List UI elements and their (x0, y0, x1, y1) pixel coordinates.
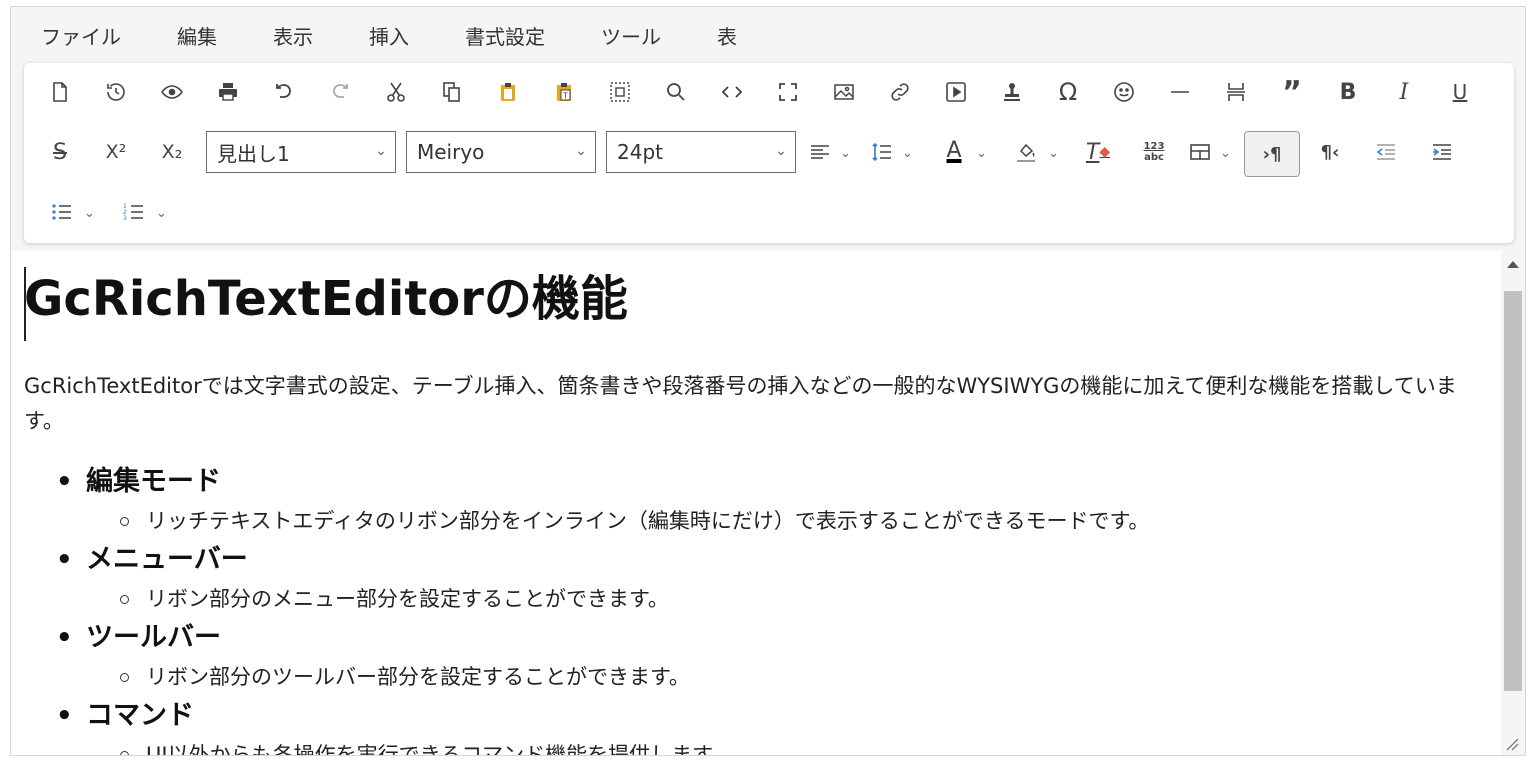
font-family-value: Meiryo (417, 140, 485, 164)
superscript-icon[interactable]: X² (98, 134, 134, 170)
list-item: コマンド (24, 697, 1484, 735)
scroll-thumb[interactable] (1504, 291, 1522, 691)
bold-icon[interactable]: B (1330, 74, 1366, 110)
subscript-icon[interactable]: X₂ (154, 134, 190, 170)
italic-icon[interactable]: I (1386, 74, 1422, 110)
word-count-bottom: abc (1144, 152, 1164, 163)
redo-icon[interactable] (322, 74, 358, 110)
menu-file[interactable]: ファイル (41, 21, 121, 50)
table-chevron-icon[interactable]: ⌄ (1220, 146, 1231, 161)
indent-icon[interactable] (1424, 134, 1460, 170)
source-code-icon[interactable] (714, 74, 750, 110)
clear-format-glyph: T (1085, 139, 1100, 165)
feature-list: 編集モード リッチテキストエディタのリボン部分をインライン（編集時にだけ）で表示… (24, 463, 1484, 755)
vertical-scrollbar[interactable] (1501, 251, 1525, 755)
font-size-value: 24pt (617, 140, 663, 164)
intro-paragraph: GcRichTextEditorでは文字書式の設定、テーブル挿入、箇条書きや段落… (24, 374, 1457, 433)
underline-icon[interactable]: U (1442, 74, 1478, 110)
chevron-down-icon: ⌄ (575, 143, 587, 159)
numbered-list-chevron-icon[interactable]: ⌄ (156, 206, 167, 221)
text-color-chevron-icon[interactable]: ⌄ (976, 146, 987, 161)
align-icon[interactable] (802, 134, 838, 170)
menu-edit[interactable]: 編集 (177, 21, 217, 50)
preview-icon[interactable] (154, 74, 190, 110)
numbered-list-icon[interactable]: 123 (116, 194, 152, 230)
menu-tools[interactable]: ツール (601, 21, 661, 50)
horizontal-line-icon[interactable] (1162, 74, 1198, 110)
background-color-chevron-icon[interactable]: ⌄ (1048, 146, 1059, 161)
document-title: GcRichTextEditorの機能 (24, 271, 628, 327)
sub-list-item: UI以外からも各操作を実行できるコマンド機能を提供します。 (24, 735, 1484, 755)
fullscreen-icon[interactable] (770, 74, 806, 110)
menu-view[interactable]: 表示 (273, 21, 313, 50)
paste-icon[interactable] (490, 74, 526, 110)
font-family-select[interactable]: Meiryo ⌄ (406, 131, 596, 173)
cut-icon[interactable] (378, 74, 414, 110)
list-item: メニューバー (24, 541, 1484, 579)
menu-table[interactable]: 表 (717, 21, 737, 50)
toolbar: T Ω ” B I U S X² X₂ 見出し1 ⌄ Meiryo ⌄ 24pt… (24, 63, 1514, 243)
resize-handle-icon[interactable] (1505, 737, 1519, 751)
new-document-icon[interactable] (42, 74, 78, 110)
ltr-button[interactable]: ›¶ (1244, 131, 1300, 177)
undo-icon[interactable] (266, 74, 302, 110)
search-icon[interactable] (658, 74, 694, 110)
list-item: ツールバー (24, 619, 1484, 657)
special-character-icon[interactable]: Ω (1050, 74, 1086, 110)
heading-select[interactable]: 見出し1 ⌄ (206, 131, 396, 173)
sub-list-item: リッチテキストエディタのリボン部分をインライン（編集時にだけ）で表示することがで… (24, 501, 1484, 541)
link-icon[interactable] (882, 74, 918, 110)
line-height-chevron-icon[interactable]: ⌄ (902, 146, 913, 161)
sub-list-item: リボン部分のツールバー部分を設定することができます。 (24, 657, 1484, 697)
rtl-icon[interactable]: ¶‹ (1312, 134, 1348, 170)
paste-text-icon[interactable]: T (546, 74, 582, 110)
history-icon[interactable] (98, 74, 134, 110)
heading-select-value: 見出し1 (217, 141, 290, 166)
background-color-icon[interactable] (1008, 134, 1044, 170)
svg-text:T: T (562, 92, 568, 101)
sub-list-item: リボン部分のメニュー部分を設定することができます。 (24, 579, 1484, 619)
chevron-down-icon: ⌄ (775, 143, 787, 159)
editor-content-area[interactable]: GcRichTextEditorの機能 GcRichTextEditorでは文字… (11, 251, 1501, 755)
table-icon[interactable] (1182, 134, 1218, 170)
bullet-list-chevron-icon[interactable]: ⌄ (84, 206, 95, 221)
select-all-icon[interactable] (602, 74, 638, 110)
outdent-icon[interactable] (1368, 134, 1404, 170)
chevron-down-icon: ⌄ (375, 143, 387, 159)
emoji-icon[interactable] (1106, 74, 1142, 110)
eraser-icon: ◆ (1099, 144, 1111, 160)
word-count-icon[interactable]: 123 abc (1136, 134, 1172, 170)
align-dropdown-chevron-icon[interactable]: ⌄ (840, 146, 851, 161)
scroll-up-arrow-icon[interactable] (1507, 261, 1519, 268)
clear-format-icon[interactable]: T ◆ (1080, 134, 1116, 170)
svg-text:3: 3 (123, 215, 127, 222)
menu-format[interactable]: 書式設定 (465, 21, 545, 50)
print-icon[interactable] (210, 74, 246, 110)
line-height-icon[interactable] (864, 134, 900, 170)
text-color-icon[interactable]: A (936, 132, 972, 168)
media-icon[interactable] (938, 74, 974, 110)
list-item: 編集モード (24, 463, 1484, 501)
font-size-select[interactable]: 24pt ⌄ (606, 131, 796, 173)
page-break-icon[interactable] (1218, 74, 1254, 110)
menu-bar: ファイル 編集 表示 挿入 書式設定 ツール 表 (11, 7, 1525, 63)
word-count-top: 123 (1143, 141, 1165, 152)
bullet-list-icon[interactable] (44, 194, 80, 230)
stamp-icon[interactable] (994, 74, 1030, 110)
image-icon[interactable] (826, 74, 862, 110)
blockquote-icon[interactable]: ” (1274, 74, 1310, 110)
menu-insert[interactable]: 挿入 (369, 21, 409, 50)
rich-text-editor: ファイル 編集 表示 挿入 書式設定 ツール 表 T Ω ” B I U S X… (10, 6, 1526, 756)
strikethrough-icon[interactable]: S (42, 134, 78, 170)
copy-icon[interactable] (434, 74, 470, 110)
